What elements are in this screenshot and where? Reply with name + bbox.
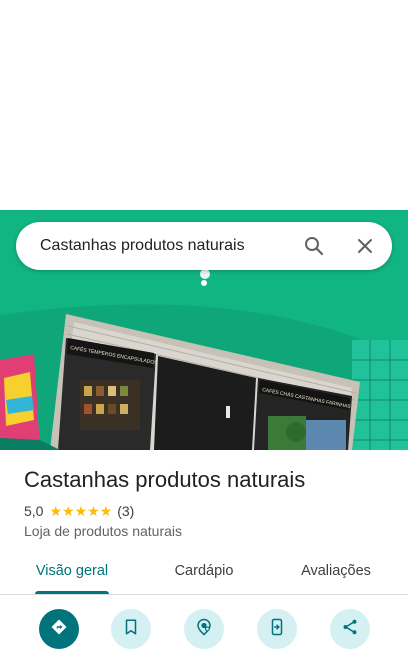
bookmark-icon [122, 618, 140, 641]
save-button[interactable] [111, 609, 151, 649]
search-icon[interactable] [302, 234, 326, 258]
tab-menu[interactable]: Cardápio [152, 556, 256, 594]
review-count[interactable]: (3) [117, 503, 134, 519]
place-tabs: Visão geral Cardápio Avaliações [0, 556, 408, 595]
send-to-phone-icon [268, 618, 286, 641]
rating-row[interactable]: 5,0 ★★★★★ (3) [24, 502, 134, 520]
search-query-text[interactable]: Castanhas produtos naturais [40, 222, 245, 270]
share-icon [341, 618, 359, 641]
share-button[interactable] [330, 609, 370, 649]
search-bar[interactable]: Castanhas produtos naturais [16, 222, 392, 270]
rating-stars: ★★★★★ [49, 502, 113, 519]
send-to-phone-button[interactable] [257, 609, 297, 649]
rating-value: 5,0 [24, 503, 44, 519]
tab-reviews[interactable]: Avaliações [284, 556, 388, 594]
tab-overview[interactable]: Visão geral [20, 556, 124, 594]
directions-icon [50, 618, 68, 641]
nearby-icon [195, 618, 213, 641]
place-title: Castanhas produtos naturais [24, 467, 306, 492]
map-blank-area [0, 0, 408, 210]
place-category[interactable]: Loja de produtos naturais [24, 523, 182, 539]
directions-button[interactable] [39, 609, 79, 649]
close-icon[interactable] [353, 234, 377, 258]
nearby-button[interactable] [184, 609, 224, 649]
active-tab-indicator [35, 591, 109, 594]
